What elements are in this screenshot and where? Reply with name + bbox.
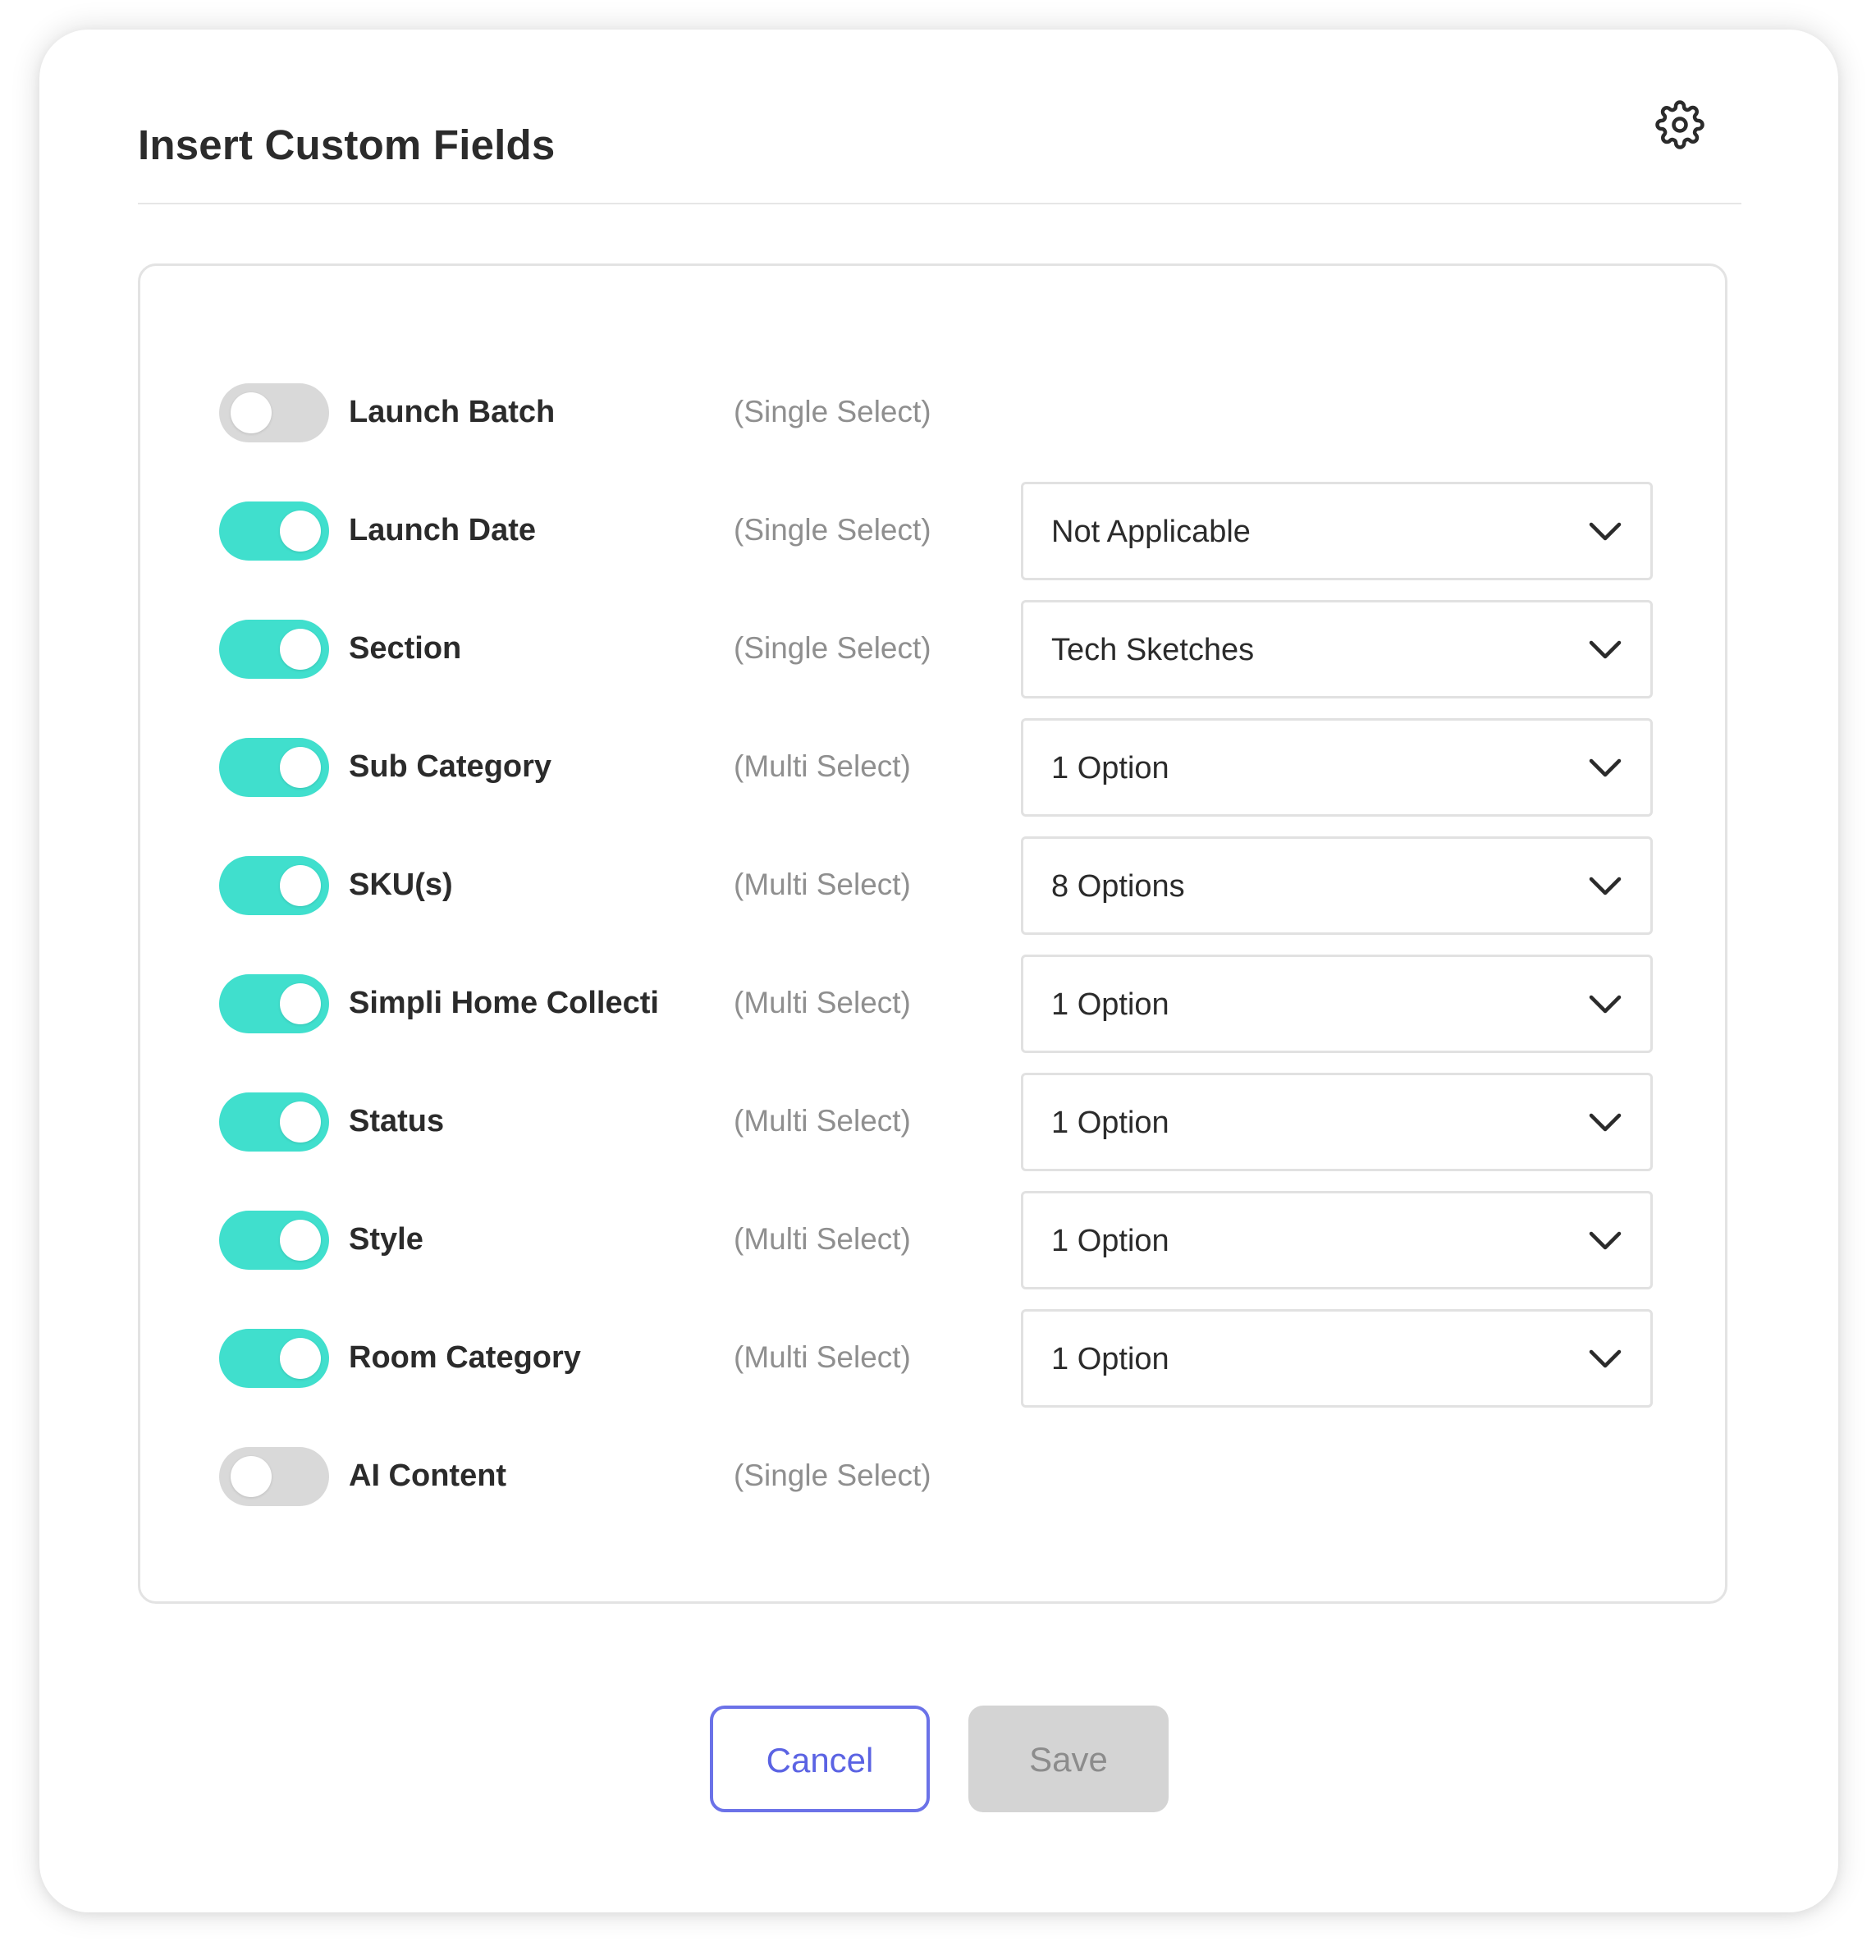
chevron-down-icon	[1589, 522, 1622, 541]
toggle-knob	[280, 1220, 321, 1261]
dialog-header: Insert Custom Fields	[138, 30, 1741, 204]
field-label: Room Category	[349, 1340, 581, 1375]
field-row-style: Style (Multi Select) 1 Option	[140, 1191, 1725, 1289]
field-type: (Multi Select)	[734, 1104, 911, 1138]
chevron-down-icon	[1589, 1113, 1622, 1132]
field-row-simpli-home-collection: Simpli Home Collecti (Multi Select) 1 Op…	[140, 955, 1725, 1053]
toggle-knob	[280, 747, 321, 788]
select-simpli-home-collection[interactable]: 1 Option	[1021, 955, 1653, 1053]
field-label: Launch Date	[349, 513, 537, 547]
toggle-knob	[280, 983, 321, 1024]
select-room-category[interactable]: 1 Option	[1021, 1309, 1653, 1408]
field-row-status: Status (Multi Select) 1 Option	[140, 1073, 1725, 1171]
save-button[interactable]: Save	[968, 1706, 1169, 1812]
toggle-knob	[231, 392, 272, 433]
field-label: Launch Batch	[349, 395, 556, 429]
select-value: 1 Option	[1051, 1106, 1169, 1140]
toggle-sub-category[interactable]	[219, 738, 329, 797]
select-status[interactable]: 1 Option	[1021, 1073, 1653, 1171]
chevron-down-icon	[1589, 877, 1622, 895]
toggle-section[interactable]	[219, 620, 329, 679]
select-sub-category[interactable]: 1 Option	[1021, 718, 1653, 817]
dialog-title: Insert Custom Fields	[138, 121, 556, 168]
field-type: (Single Select)	[734, 395, 931, 428]
toggle-knob	[280, 865, 321, 906]
field-type: (Single Select)	[734, 513, 931, 547]
field-type: (Multi Select)	[734, 868, 911, 901]
select-section[interactable]: Tech Sketches	[1021, 600, 1653, 698]
toggle-launch-batch[interactable]	[219, 383, 329, 442]
field-label: Status	[349, 1104, 445, 1138]
field-type: (Single Select)	[734, 1459, 931, 1492]
select-value: Tech Sketches	[1051, 633, 1255, 667]
select-value: 1 Option	[1051, 751, 1169, 785]
toggle-launch-date[interactable]	[219, 501, 329, 561]
field-label: SKU(s)	[349, 868, 453, 902]
field-type: (Single Select)	[734, 631, 931, 665]
field-row-launch-batch: Launch Batch (Single Select)	[140, 364, 1725, 462]
toggle-room-category[interactable]	[219, 1329, 329, 1388]
field-label: Section	[349, 631, 462, 666]
field-type: (Multi Select)	[734, 1222, 911, 1256]
cancel-button[interactable]: Cancel	[710, 1706, 930, 1812]
field-type: (Multi Select)	[734, 749, 911, 783]
field-row-section: Section (Single Select) Tech Sketches	[140, 600, 1725, 698]
toggle-knob	[231, 1456, 272, 1497]
toggle-style[interactable]	[219, 1211, 329, 1270]
toggle-status[interactable]	[219, 1092, 329, 1152]
select-value: 1 Option	[1051, 1342, 1169, 1376]
toggle-knob	[280, 511, 321, 552]
field-row-skus: SKU(s) (Multi Select) 8 Options	[140, 836, 1725, 935]
toggle-skus[interactable]	[219, 856, 329, 915]
toggle-knob	[280, 1338, 321, 1379]
select-value: 8 Options	[1051, 869, 1185, 904]
chevron-down-icon	[1589, 1349, 1622, 1368]
toggle-knob	[280, 629, 321, 670]
select-skus[interactable]: 8 Options	[1021, 836, 1653, 935]
toggle-ai-content[interactable]	[219, 1447, 329, 1506]
toggle-simpli-home-collection[interactable]	[219, 974, 329, 1033]
field-type: (Multi Select)	[734, 986, 911, 1019]
select-style[interactable]: 1 Option	[1021, 1191, 1653, 1289]
chevron-down-icon	[1589, 995, 1622, 1014]
gear-icon[interactable]	[1655, 100, 1704, 149]
chevron-down-icon	[1589, 758, 1622, 777]
field-row-room-category: Room Category (Multi Select) 1 Option	[140, 1309, 1725, 1408]
field-label: Style	[349, 1222, 423, 1257]
field-label: AI Content	[349, 1459, 507, 1493]
toggle-knob	[280, 1101, 321, 1143]
select-launch-date[interactable]: Not Applicable	[1021, 482, 1653, 580]
select-value: Not Applicable	[1051, 515, 1251, 549]
field-label: Sub Category	[349, 749, 552, 784]
field-type: (Multi Select)	[734, 1340, 911, 1374]
select-value: 1 Option	[1051, 987, 1169, 1022]
custom-fields-panel: Launch Batch (Single Select) Launch Date…	[138, 263, 1727, 1604]
field-row-launch-date: Launch Date (Single Select) Not Applicab…	[140, 482, 1725, 580]
insert-custom-fields-dialog: Insert Custom Fields Launch Batch (Singl…	[39, 30, 1838, 1912]
field-row-sub-category: Sub Category (Multi Select) 1 Option	[140, 718, 1725, 817]
chevron-down-icon	[1589, 1231, 1622, 1250]
chevron-down-icon	[1589, 640, 1622, 659]
select-value: 1 Option	[1051, 1224, 1169, 1258]
field-row-ai-content: AI Content (Single Select)	[140, 1427, 1725, 1526]
field-label: Simpli Home Collecti	[349, 986, 659, 1020]
